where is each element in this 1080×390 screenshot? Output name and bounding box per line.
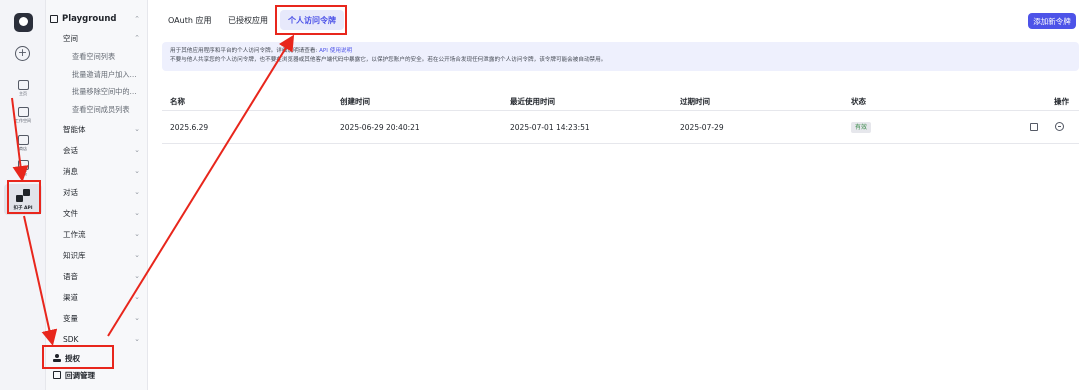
docs-sidebar: Playground ⌃ 空间 ⌃ 查看空间列表 批量邀请用户加入… 批量移除空… — [46, 0, 148, 390]
cell-created: 2025-06-29 20:40:21 — [340, 123, 420, 132]
sidebar-item-variable[interactable]: 变量 ⌄ — [50, 310, 146, 326]
chevron-down-icon: ⌄ — [134, 146, 140, 154]
rail-item-templates[interactable]: 模板 — [4, 160, 42, 177]
workspace-icon — [17, 107, 29, 117]
sidebar-item-workflow[interactable]: 工作流 ⌄ — [50, 226, 146, 242]
rail-item-label: 工作空间 — [14, 119, 32, 124]
tab-oauth-apps[interactable]: OAuth 应用 — [160, 10, 219, 30]
store-icon — [17, 135, 29, 145]
annotation-box-auth — [42, 345, 114, 369]
sidebar-subitem[interactable]: 批量移除空间中的… — [50, 84, 146, 100]
chevron-up-icon: ⌃ — [134, 15, 140, 23]
sidebar-item-agent[interactable]: 智能体 ⌄ — [50, 121, 146, 137]
sidebar-item-label: 空间 — [63, 33, 78, 43]
edit-icon[interactable] — [1030, 123, 1038, 131]
annotation-box-token-tab — [275, 5, 347, 35]
main-content: OAuth 应用 已授权应用 个人访问令牌 添加新令牌 用于其他应用程序和平台的… — [148, 0, 1080, 390]
sidebar-item-label: 会话 — [63, 145, 78, 155]
notice-line-1: 用于其他应用程序和平台的个人访问令牌。详细说明请查看: API 使用说明 — [170, 47, 1071, 56]
column-header-name: 名称 — [170, 97, 185, 106]
rail-item-home[interactable]: 主页 — [4, 80, 42, 97]
sidebar-item-conversation[interactable]: 会话 ⌄ — [50, 142, 146, 158]
chevron-down-icon: ⌄ — [134, 125, 140, 133]
rail-item-label: 商店 — [18, 147, 28, 152]
sidebar-header-label: Playground — [62, 14, 117, 24]
annotation-box-rail-api — [7, 180, 41, 214]
sidebar-item-label: 语音 — [63, 271, 78, 281]
rail-item-workspace[interactable]: 工作空间 — [4, 107, 42, 124]
sidebar-item-chat[interactable]: 对话 ⌄ — [50, 184, 146, 200]
app-logo[interactable] — [14, 13, 33, 32]
notice-text: 用于其他应用程序和平台的个人访问令牌。详细说明请查看: — [170, 48, 318, 54]
sidebar-item-label: 渠道 — [63, 292, 78, 302]
cell-last-used: 2025-07-01 14:23:51 — [510, 123, 590, 132]
sidebar-item-knowledge[interactable]: 知识库 ⌄ — [50, 247, 146, 263]
column-header-actions: 操作 — [1054, 97, 1069, 106]
sidebar-subitem[interactable]: 批量邀请用户加入… — [50, 67, 146, 83]
sidebar-item-label: SDK — [63, 334, 79, 344]
sidebar-item-message[interactable]: 消息 ⌄ — [50, 163, 146, 179]
rail-item-label: 主页 — [18, 92, 28, 97]
sidebar-item-file[interactable]: 文件 ⌄ — [50, 205, 146, 221]
remove-icon[interactable] — [1055, 122, 1064, 131]
column-header-expires: 过期时间 — [680, 97, 710, 106]
column-header-created: 创建时间 — [340, 97, 370, 106]
chevron-down-icon: ⌄ — [134, 188, 140, 196]
sidebar-item-label: 变量 — [63, 313, 78, 323]
info-notice: 用于其他应用程序和平台的个人访问令牌。详细说明请查看: API 使用说明 不要与… — [162, 42, 1079, 71]
sidebar-item-space[interactable]: 空间 ⌃ — [50, 30, 146, 46]
create-plus-icon[interactable]: + — [15, 46, 30, 61]
sidebar-playground[interactable]: Playground ⌃ — [50, 11, 146, 27]
sidebar-item-channel[interactable]: 渠道 ⌄ — [50, 289, 146, 305]
sidebar-item-label: 消息 — [63, 166, 78, 176]
chevron-down-icon: ⌄ — [134, 314, 140, 322]
chevron-down-icon: ⌄ — [134, 251, 140, 259]
rail-item-store[interactable]: 商店 — [4, 135, 42, 152]
sidebar-item-label: 回调管理 — [65, 370, 95, 380]
chevron-down-icon: ⌄ — [134, 293, 140, 301]
sidebar-item-label: 智能体 — [63, 124, 86, 134]
chevron-down-icon: ⌄ — [134, 272, 140, 280]
sidebar-subitem[interactable]: 查看空间成员列表 — [50, 102, 146, 118]
notice-line-2: 不要与他人共享您的个人访问令牌，也不要在浏览器或其他客户端代码中暴露它，以保护您… — [170, 57, 607, 63]
column-header-status: 状态 — [851, 97, 866, 106]
add-token-button[interactable]: 添加新令牌 — [1028, 13, 1076, 29]
sidebar-item-label: 知识库 — [63, 250, 86, 260]
sidebar-subitem[interactable]: 查看空间列表 — [50, 49, 146, 65]
chevron-down-icon: ⌄ — [134, 230, 140, 238]
sidebar-item-callback[interactable]: 回调管理 — [50, 367, 146, 383]
chevron-down-icon: ⌄ — [134, 209, 140, 217]
table-header-divider — [162, 110, 1079, 111]
templates-icon — [17, 160, 29, 170]
playground-icon — [50, 15, 58, 23]
tab-authorized-apps[interactable]: 已授权应用 — [220, 10, 276, 30]
sidebar-item-label: 文件 — [63, 208, 78, 218]
chevron-down-icon: ⌄ — [134, 167, 140, 175]
chevron-down-icon: ⌄ — [134, 335, 140, 343]
status-badge: 有效 — [851, 122, 872, 133]
sidebar-item-label: 工作流 — [63, 229, 86, 239]
column-header-last-used: 最近使用时间 — [510, 97, 555, 106]
api-usage-link[interactable]: API 使用说明 — [319, 48, 352, 54]
table-row-divider — [162, 143, 1079, 144]
cell-expires: 2025-07-29 — [680, 123, 724, 132]
rail-item-label: 模板 — [18, 172, 28, 177]
callback-icon — [53, 371, 61, 379]
sidebar-item-voice[interactable]: 语音 ⌄ — [50, 268, 146, 284]
sidebar-item-label: 对话 — [63, 187, 78, 197]
chevron-up-icon: ⌃ — [134, 34, 140, 42]
cell-token-name: 2025.6.29 — [170, 123, 209, 132]
home-icon — [17, 80, 29, 90]
